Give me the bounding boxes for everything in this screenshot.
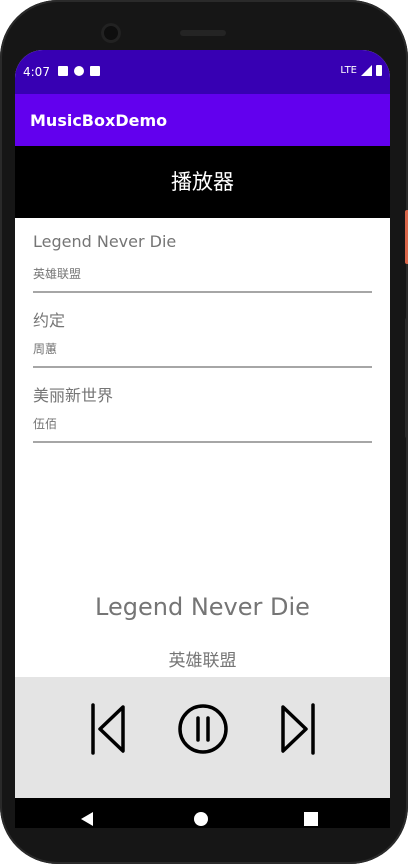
song-title: Legend Never Die <box>33 232 177 251</box>
song-list: Legend Never Die 英雄联盟 约定 周蕙 美丽新世界 伍佰 <box>33 218 372 443</box>
now-playing-title: Legend Never Die <box>95 593 310 621</box>
song-title: 美丽新世界 <box>33 386 114 405</box>
song-list-item[interactable]: 约定 周蕙 <box>33 293 372 368</box>
next-icon <box>281 703 315 755</box>
home-icon[interactable] <box>194 812 208 826</box>
playback-controls <box>15 677 390 798</box>
front-camera <box>101 23 121 43</box>
previous-button[interactable] <box>88 701 128 761</box>
status-bar: 4:07 LTE <box>15 50 390 94</box>
now-playing-artist: 英雄联盟 <box>168 651 237 671</box>
song-artist: 伍佰 <box>33 417 58 431</box>
app-icon <box>74 66 84 76</box>
system-navigation-bar <box>15 798 390 828</box>
app-title: MusicBoxDemo <box>30 111 168 130</box>
screen: 4:07 LTE MusicBoxDemo 播放器 Legend Never D… <box>15 50 390 828</box>
status-time: 4:07 <box>23 65 50 79</box>
previous-icon <box>91 703 125 755</box>
song-artist: 周蕙 <box>33 342 58 356</box>
player-header-title: 播放器 <box>171 170 234 194</box>
back-icon[interactable] <box>81 812 93 826</box>
player-header: 播放器 <box>15 146 390 218</box>
recents-icon[interactable] <box>304 812 318 826</box>
song-list-item[interactable]: Legend Never Die 英雄联盟 <box>33 218 372 293</box>
song-list-item[interactable]: 美丽新世界 伍佰 <box>33 368 372 443</box>
song-title: 约定 <box>33 311 66 330</box>
signal-icon <box>361 65 372 76</box>
next-button[interactable] <box>278 701 318 761</box>
sd-card-icon <box>90 66 100 76</box>
notification-icon <box>58 66 68 76</box>
song-artist: 英雄联盟 <box>33 267 82 281</box>
network-type: LTE <box>340 65 357 76</box>
phone-frame: 4:07 LTE MusicBoxDemo 播放器 Legend Never D… <box>0 0 408 864</box>
status-right: LTE <box>340 65 382 76</box>
status-notification-icons <box>58 66 100 76</box>
battery-icon <box>376 65 382 76</box>
earpiece-speaker <box>180 30 226 36</box>
pause-icon <box>178 704 228 754</box>
pause-button[interactable] <box>175 701 231 761</box>
app-bar: MusicBoxDemo <box>15 94 390 146</box>
